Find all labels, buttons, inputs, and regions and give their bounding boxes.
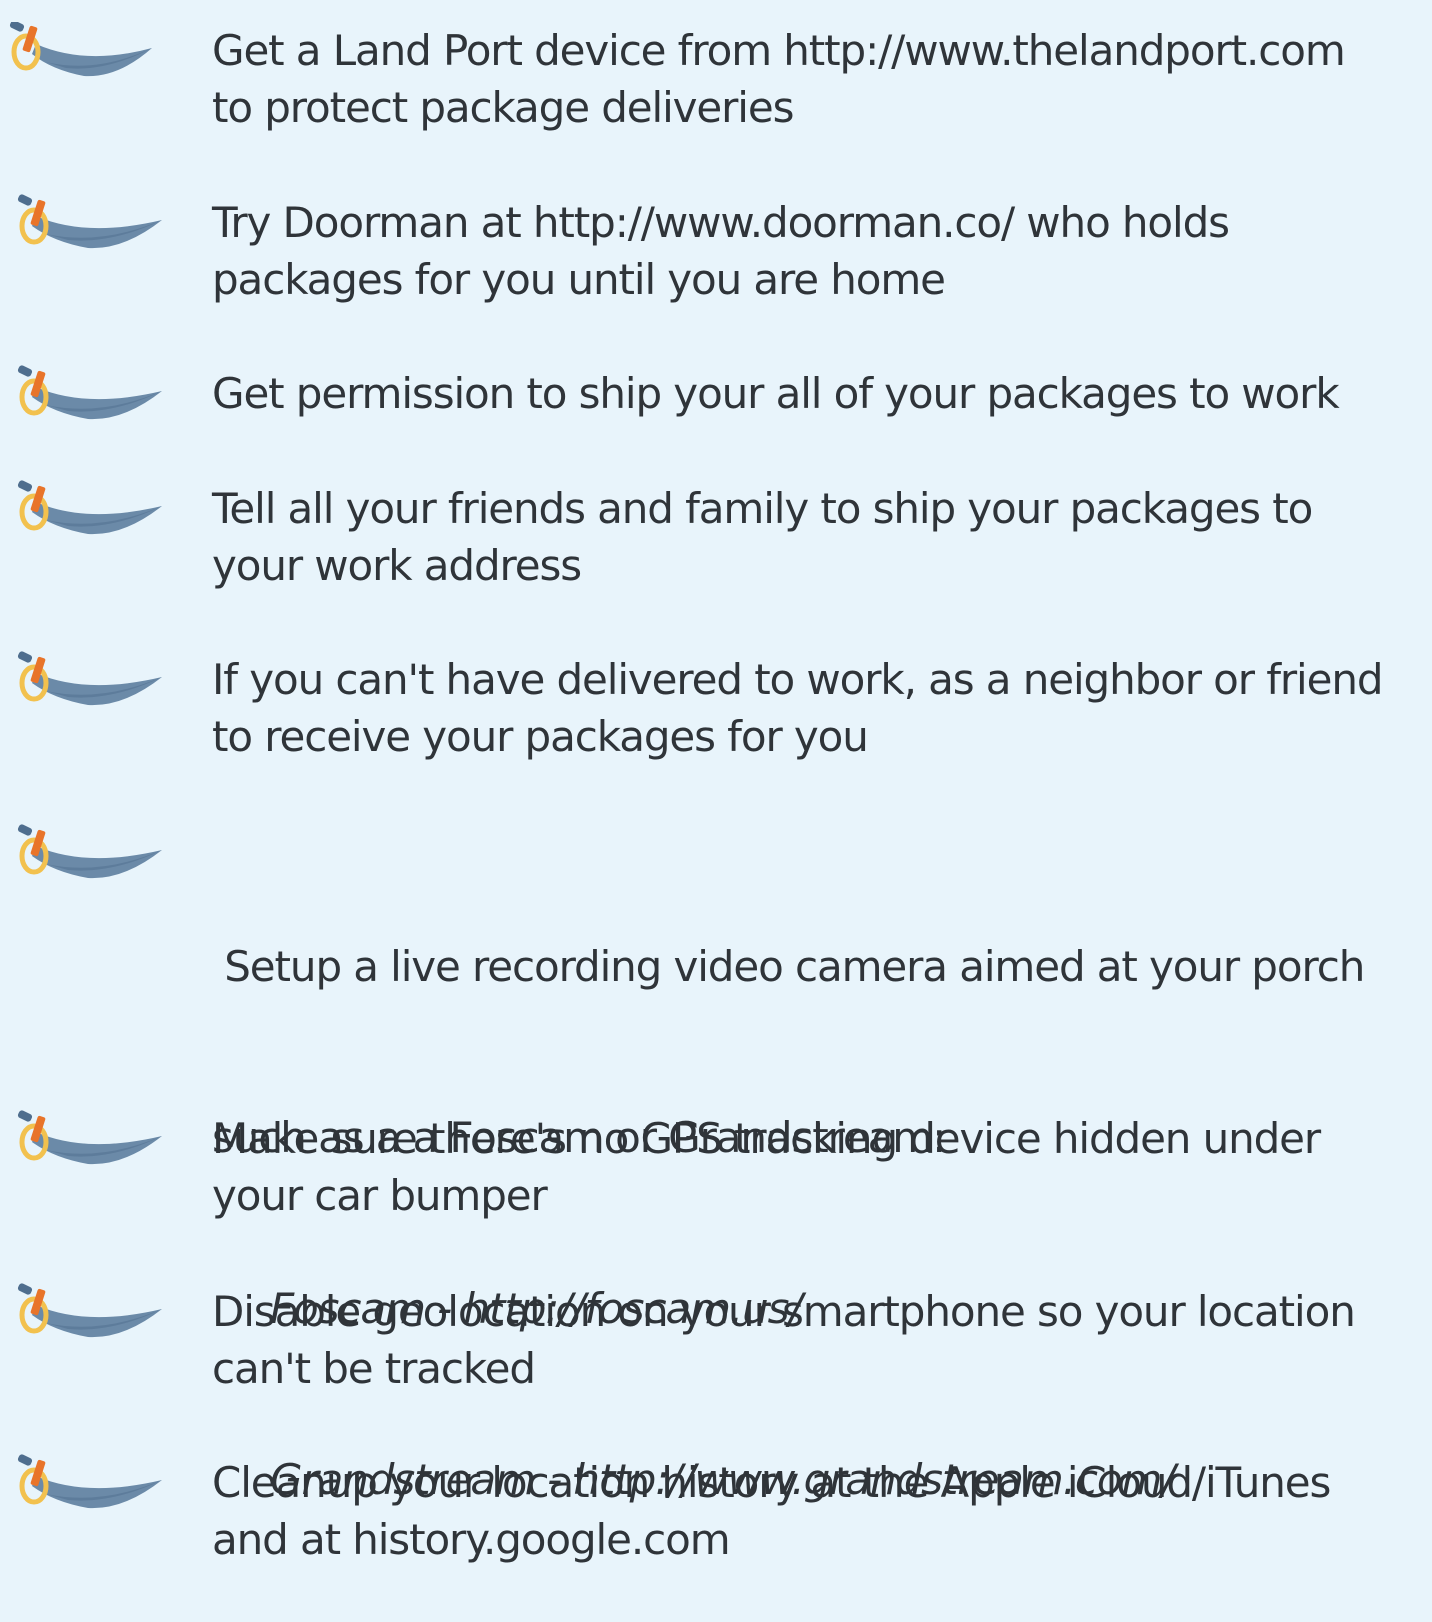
- tip-line: If you can't have delivered to work, as …: [212, 655, 1384, 704]
- tip-text: Try Doorman at http://www.doorman.co/ wh…: [212, 194, 1427, 308]
- tip-line: your car bumper: [212, 1171, 548, 1220]
- tip-line: Tell all your friends and family to ship…: [212, 484, 1313, 533]
- tip-line: can't be tracked: [212, 1344, 536, 1393]
- tip-line: your work address: [212, 541, 582, 590]
- tip-line: and at history.google.com: [212, 1515, 731, 1564]
- scimitar-sword-icon: [9, 22, 152, 77]
- tip-text: If you can't have delivered to work, as …: [212, 651, 1427, 765]
- tip-line: Try Doorman at http://www.doorman.co/ wh…: [212, 198, 1230, 247]
- scimitar-sword-icon: [17, 1283, 162, 1338]
- tip-line: to receive your packages for you: [212, 712, 869, 761]
- tip-line: Get a Land Port device from http://www.t…: [212, 26, 1346, 75]
- tip-line: Make sure there's no GPS tracking device…: [212, 1114, 1321, 1163]
- scimitar-sword-icon: [17, 651, 162, 706]
- tip-line: to protect package deliveries: [212, 83, 794, 132]
- scimitar-sword-icon: [17, 365, 162, 420]
- tip-text: Disable geolocation on your smartphone s…: [212, 1283, 1427, 1397]
- tip-text: Make sure there's no GPS tracking device…: [212, 1110, 1427, 1224]
- tips-page: Get a Land Port device from http://www.t…: [0, 0, 1432, 1575]
- tip-line: Disable geolocation on your smartphone s…: [212, 1287, 1356, 1336]
- tip-line: Get permission to ship your all of your …: [212, 369, 1340, 418]
- scimitar-sword-icon: [17, 824, 162, 879]
- tip-text: Tell all your friends and family to ship…: [212, 480, 1427, 594]
- scimitar-sword-icon: [17, 1110, 162, 1165]
- tip-line: Setup a live recording video camera aime…: [212, 942, 1365, 991]
- tip-text: Get permission to ship your all of your …: [212, 365, 1427, 422]
- scimitar-sword-icon: [17, 1454, 162, 1509]
- tip-line: Cleanup your location history at the App…: [212, 1458, 1331, 1507]
- scimitar-sword-icon: [17, 480, 162, 535]
- scimitar-sword-icon: [17, 194, 162, 249]
- tip-text: Get a Land Port device from http://www.t…: [212, 22, 1427, 136]
- tip-text: Cleanup your location history at the App…: [212, 1454, 1427, 1568]
- tip-line: packages for you until you are home: [212, 255, 946, 304]
